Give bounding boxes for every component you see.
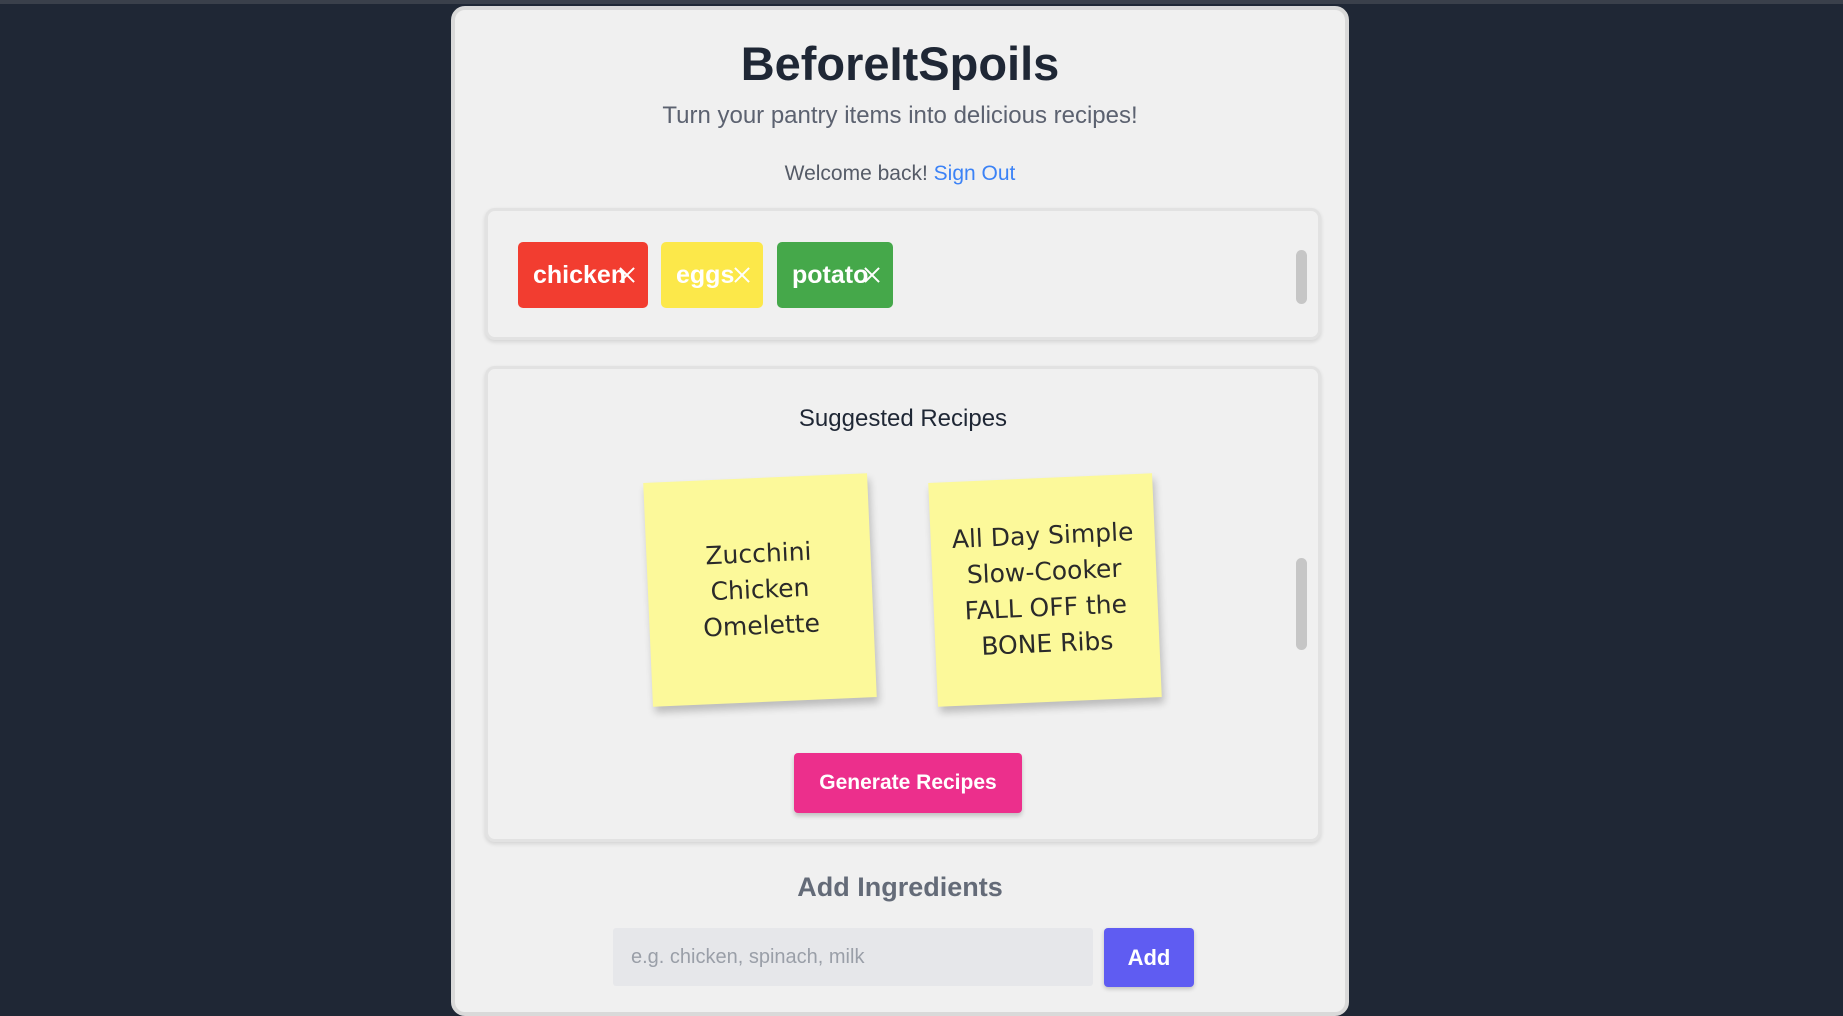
ingredient-input[interactable] — [613, 928, 1093, 986]
add-ingredient-button[interactable]: Add — [1104, 928, 1194, 987]
sign-out-link[interactable]: Sign Out — [934, 162, 1016, 185]
add-ingredients-heading: Add Ingredients — [797, 872, 1003, 902]
generate-recipes-button[interactable]: Generate Recipes — [794, 753, 1022, 813]
close-icon[interactable] — [733, 266, 751, 284]
app-title: BeforeItSpoils — [740, 37, 1060, 90]
ingredient-chip-potato: potato — [777, 242, 893, 308]
recipe-note[interactable]: All Day Simple Slow-Cooker FALL OFF the … — [928, 473, 1162, 707]
app-subtitle: Turn your pantry items into delicious re… — [662, 102, 1138, 129]
app-card: BeforeItSpoils Turn your pantry items in… — [451, 6, 1349, 1016]
ingredient-chip-label: chicken — [533, 260, 627, 289]
close-icon[interactable] — [618, 266, 636, 284]
close-icon[interactable] — [863, 266, 881, 284]
ingredient-chip-label: eggs — [676, 260, 735, 289]
ingredient-chip-label: potato — [792, 260, 869, 289]
welcome-row: Welcome back! Sign Out — [455, 163, 1345, 184]
window-top-edge — [0, 0, 1843, 4]
ingredients-scrollbar[interactable] — [1296, 250, 1307, 304]
recipes-heading: Suggested Recipes — [798, 405, 1008, 432]
recipe-note-title: All Day Simple Slow-Cooker FALL OFF the … — [951, 517, 1134, 661]
ingredient-chip-chicken: chicken — [518, 242, 648, 308]
ingredients-panel: chicken eggs potato — [485, 208, 1321, 340]
recipe-note[interactable]: Zucchini Chicken Omelette — [643, 473, 877, 707]
ingredient-chip-eggs: eggs — [661, 242, 763, 308]
recipes-scrollbar[interactable] — [1296, 558, 1307, 650]
recipe-note-title: Zucchini Chicken Omelette — [702, 536, 821, 643]
welcome-text: Welcome back! — [784, 162, 928, 185]
recipes-panel: Suggested Recipes Zucchini Chicken Omele… — [485, 366, 1321, 842]
